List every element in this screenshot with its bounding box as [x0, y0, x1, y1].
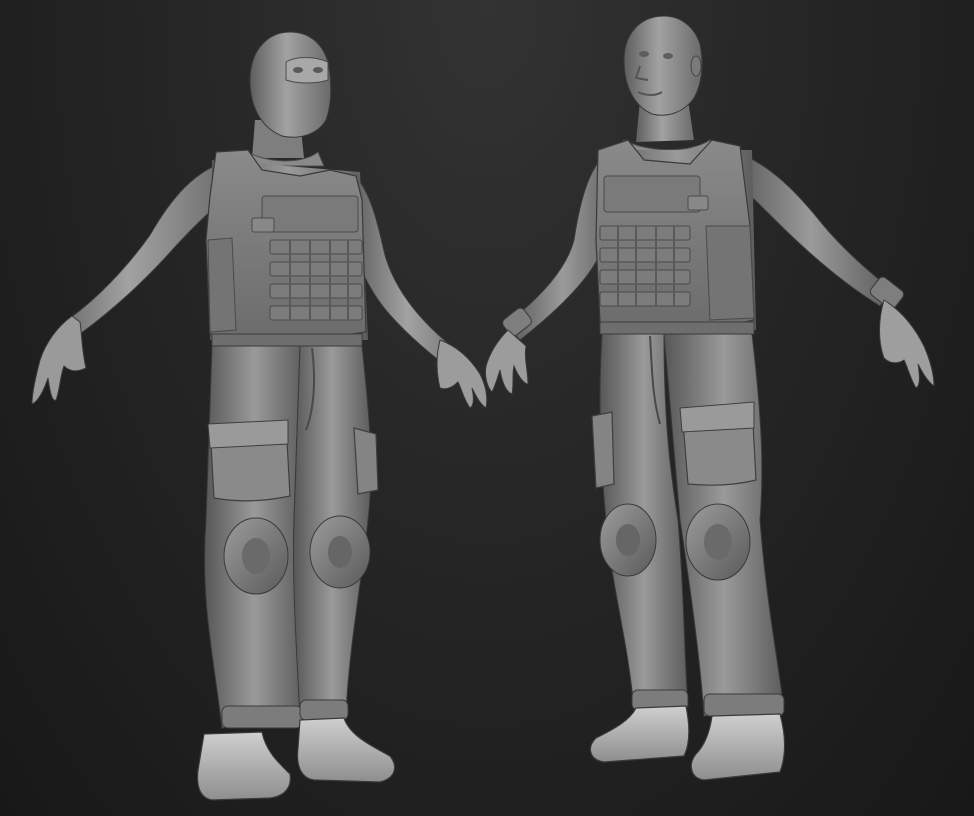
- boot-right: [296, 717, 396, 783]
- belt-2: [599, 321, 755, 335]
- bald-head: [623, 15, 703, 116]
- belt: [211, 333, 363, 347]
- unmasked-soldier-figure: [485, 15, 935, 781]
- left-hand-2: [485, 329, 529, 395]
- right-hand: [436, 339, 488, 409]
- cargo-pocket-right: [353, 427, 379, 495]
- sculpt-viewport[interactable]: [0, 0, 974, 816]
- boot-right-2: [690, 713, 786, 781]
- balaclava-head: [249, 31, 332, 138]
- sculpt-render: [31, 15, 935, 801]
- boot-left: [196, 731, 291, 801]
- masked-soldier-figure: [31, 31, 488, 801]
- boot-left-2: [589, 705, 690, 763]
- cargo-pocket-left-2: [591, 411, 615, 489]
- left-hand: [31, 315, 87, 405]
- right-hand-2: [879, 299, 935, 389]
